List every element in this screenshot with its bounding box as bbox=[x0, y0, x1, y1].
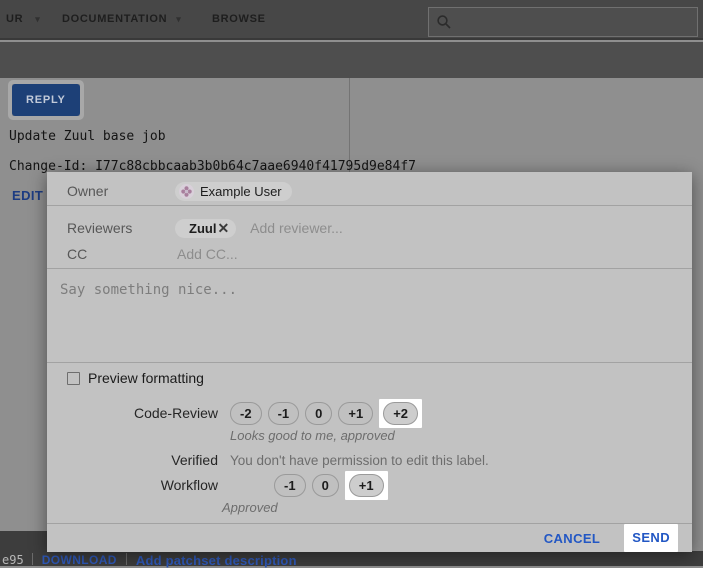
cc-row: CC bbox=[67, 242, 676, 266]
footer-separator bbox=[126, 553, 127, 565]
verified-label: Verified bbox=[67, 452, 218, 468]
divider bbox=[47, 205, 692, 206]
add-reviewer-input[interactable] bbox=[248, 219, 676, 237]
column-divider bbox=[349, 78, 350, 172]
cancel-button[interactable]: CANCEL bbox=[544, 531, 601, 546]
reply-button-focus-ring: REPLY bbox=[8, 80, 84, 120]
verified-permission-message: You don't have permission to edit this l… bbox=[230, 453, 489, 468]
cc-label: CC bbox=[67, 246, 175, 262]
reply-dialog: Owner Example User Reviewers Zuul ✕ C bbox=[47, 172, 692, 552]
divider bbox=[47, 362, 692, 363]
top-bar: UR ▾ DOCUMENTATION ▾ BROWSE bbox=[0, 0, 703, 40]
vote-button-plus2[interactable]: +2 bbox=[383, 402, 418, 425]
vote-section: Code-Review -2 -1 0 +1 +2 Looks good to … bbox=[67, 398, 676, 518]
owner-row: Owner Example User bbox=[67, 178, 676, 204]
reviewers-row: Reviewers Zuul ✕ bbox=[67, 216, 676, 240]
nav-item-label: DOCUMENTATION bbox=[62, 13, 167, 25]
vote-button-zero[interactable]: 0 bbox=[312, 474, 339, 497]
dialog-actions: CANCEL SEND bbox=[47, 523, 692, 552]
code-review-description: Looks good to me, approved bbox=[230, 428, 676, 446]
owner-label: Owner bbox=[67, 183, 175, 199]
vote-highlight-box: +2 bbox=[379, 399, 422, 428]
add-cc-input[interactable] bbox=[175, 245, 676, 263]
workflow-description: Approved bbox=[222, 500, 676, 518]
reviewers-label: Reviewers bbox=[67, 220, 175, 236]
vote-highlight-box: +1 bbox=[345, 471, 388, 500]
nav-item-label: UR bbox=[6, 13, 23, 25]
avatar bbox=[179, 184, 194, 199]
vote-button-plus1[interactable]: +1 bbox=[349, 474, 384, 497]
nav-item-browse[interactable]: BROWSE bbox=[212, 0, 266, 38]
search-box[interactable] bbox=[428, 7, 698, 37]
send-highlight-box: SEND bbox=[624, 524, 678, 552]
reply-message-textarea[interactable] bbox=[47, 269, 692, 362]
commit-message-title: Update Zuul base job bbox=[9, 129, 166, 144]
download-link[interactable]: DOWNLOAD bbox=[42, 553, 117, 567]
chevron-down-icon: ▾ bbox=[176, 14, 181, 25]
page-subheader bbox=[0, 42, 703, 78]
code-review-row: Code-Review -2 -1 0 +1 +2 bbox=[67, 398, 676, 428]
search-input[interactable] bbox=[458, 14, 690, 31]
preview-formatting-label: Preview formatting bbox=[88, 370, 204, 386]
owner-chip-label: Example User bbox=[200, 184, 282, 199]
search-icon bbox=[436, 14, 452, 30]
remove-reviewer-icon[interactable]: ✕ bbox=[217, 221, 229, 235]
nav-item-documentation[interactable]: DOCUMENTATION ▾ bbox=[62, 0, 181, 38]
vote-button-minus1[interactable]: -1 bbox=[268, 402, 300, 425]
workflow-label: Workflow bbox=[67, 477, 218, 493]
chevron-down-icon: ▾ bbox=[35, 14, 40, 25]
nav-item-label: BROWSE bbox=[212, 13, 266, 25]
vote-button-zero[interactable]: 0 bbox=[305, 402, 332, 425]
vote-button-plus1[interactable]: +1 bbox=[338, 402, 373, 425]
verified-row: Verified You don't have permission to ed… bbox=[67, 450, 676, 470]
preview-formatting-checkbox[interactable] bbox=[67, 372, 80, 385]
nav-item-ur[interactable]: UR ▾ bbox=[6, 0, 41, 38]
owner-chip[interactable]: Example User bbox=[175, 182, 292, 201]
send-button[interactable]: SEND bbox=[632, 530, 670, 545]
reviewer-chip-label: Zuul bbox=[189, 221, 216, 236]
code-review-label: Code-Review bbox=[67, 405, 218, 421]
footer-separator bbox=[32, 553, 33, 565]
vote-button-minus2[interactable]: -2 bbox=[230, 402, 262, 425]
edit-link[interactable]: EDIT bbox=[12, 188, 43, 203]
reply-message-area bbox=[47, 269, 692, 362]
workflow-row: Workflow -1 0 +1 bbox=[67, 470, 676, 500]
footer-strip: e95 DOWNLOAD Add patchset description bbox=[0, 551, 703, 566]
patchset-sha-fragment: e95 bbox=[2, 553, 24, 567]
preview-formatting-row: Preview formatting bbox=[67, 370, 204, 386]
reviewer-chip-zuul[interactable]: Zuul ✕ bbox=[175, 219, 236, 238]
reply-button[interactable]: REPLY bbox=[12, 84, 80, 116]
vote-button-minus1[interactable]: -1 bbox=[274, 474, 306, 497]
